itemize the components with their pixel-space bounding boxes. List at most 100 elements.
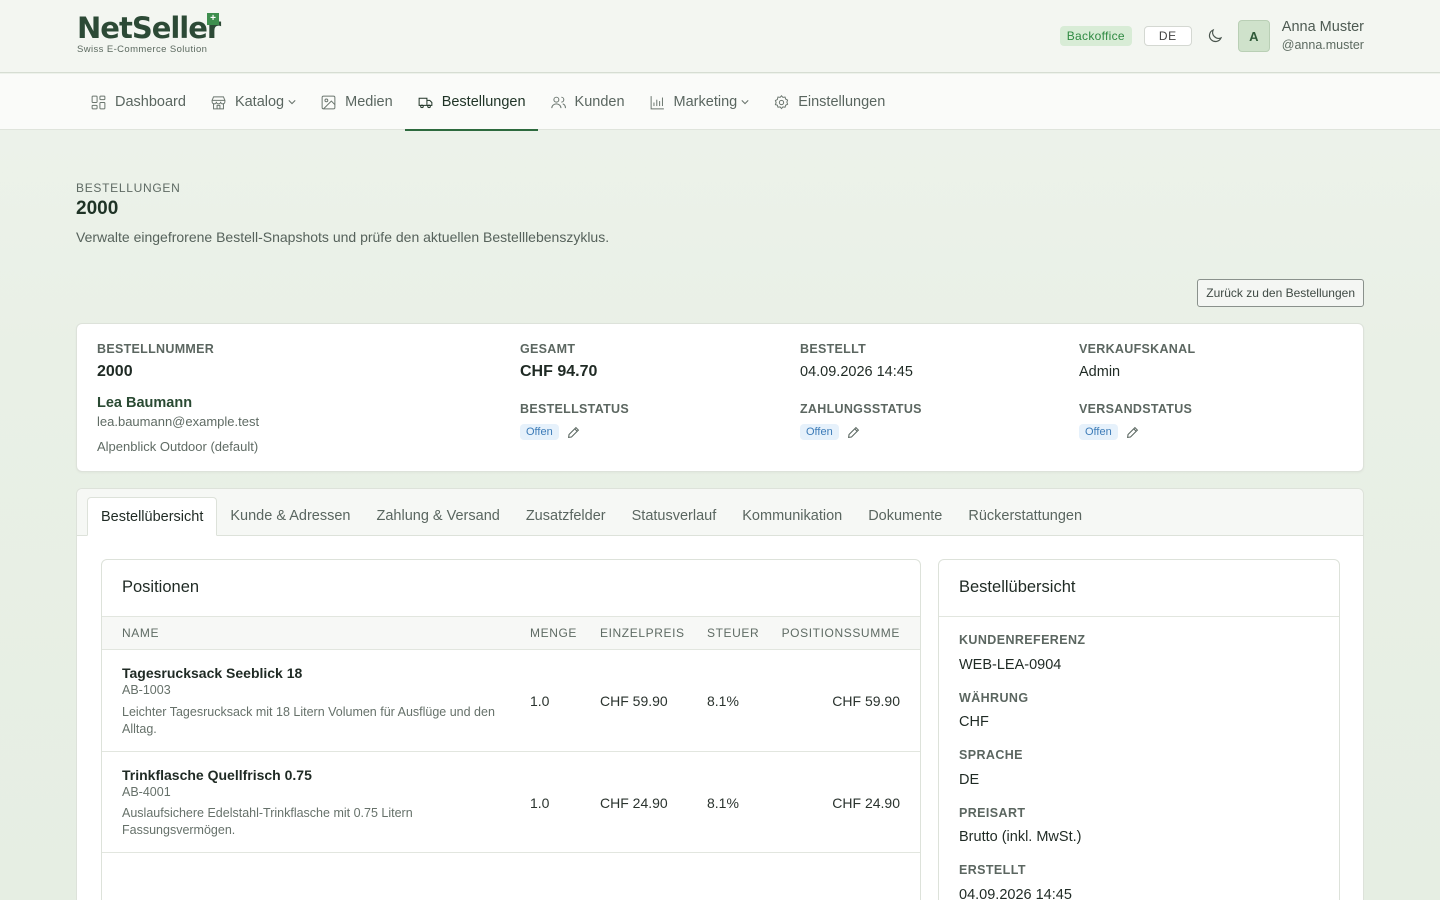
nav-medien[interactable]: Medien	[308, 74, 405, 130]
avatar[interactable]: A	[1237, 20, 1270, 52]
row-tax: 8.1%	[707, 693, 739, 709]
netseller-logo[interactable]: NetSeller + Swiss E-Commerce Solution	[77, 13, 227, 59]
nav-marketing[interactable]: Marketing	[637, 74, 762, 130]
edit-pencil-icon[interactable]	[847, 426, 860, 439]
tab-dokumente[interactable]: Dokumente	[855, 497, 955, 536]
chevron-down-icon	[741, 100, 749, 105]
logo-text-net: Net	[77, 11, 133, 45]
nav-dashboard[interactable]: Dashboard	[78, 74, 198, 130]
column-header-unit-price: EINZELPREIS	[600, 626, 685, 640]
payment-status-row: Offen	[800, 424, 860, 440]
customer-email: lea.baumann@example.test	[97, 414, 260, 429]
customer-reference-value: WEB-LEA-0904	[959, 657, 1062, 673]
nav-katalog-label: Katalog	[234, 94, 285, 110]
dashboard-icon	[91, 95, 106, 109]
language-value: DE	[959, 772, 980, 788]
breadcrumb: BESTELLUNGEN	[76, 181, 181, 195]
column-header-line-total: POSITIONSSUMME	[781, 626, 900, 640]
logo-tagline: Swiss E-Commerce Solution	[77, 44, 208, 55]
back-to-orders-button[interactable]: Zurück zu den Bestellungen	[1197, 279, 1364, 307]
customer-name-link[interactable]: Lea Baumann	[97, 395, 192, 411]
sales-channel: Admin	[1079, 364, 1121, 380]
chart-icon	[650, 95, 664, 109]
nav-marketing-label: Marketing	[673, 94, 738, 110]
environment-badge: Backoffice	[1059, 26, 1132, 46]
order-number-label: BESTELLNUMMER	[97, 342, 215, 356]
order-status-badge: Offen	[520, 424, 559, 440]
shipping-status-row: Offen	[1079, 424, 1139, 440]
store-icon	[211, 95, 226, 109]
product-sku: AB-4001	[122, 785, 171, 799]
order-total: CHF 94.70	[520, 363, 598, 380]
user-name: Anna Muster	[1281, 18, 1364, 35]
shipping-status-badge: Offen	[1079, 424, 1118, 440]
nav-kunden[interactable]: Kunden	[538, 74, 637, 130]
truck-icon	[418, 97, 433, 108]
column-header-name: NAME	[122, 626, 160, 640]
order-number: 2000	[97, 363, 133, 380]
tab-zusatzfelder[interactable]: Zusatzfelder	[513, 497, 619, 536]
edit-pencil-icon[interactable]	[567, 426, 580, 439]
row-unit-price: CHF 24.90	[600, 795, 668, 811]
tab-kommunikation[interactable]: Kommunikation	[729, 497, 855, 536]
product-sku: AB-1003	[122, 683, 171, 697]
price-type-value: Brutto (inkl. MwSt.)	[959, 829, 1082, 845]
user-handle: @anna.muster	[1281, 38, 1364, 53]
main-nav: Dashboard Katalog Medien Bestellungen Ku…	[0, 74, 1440, 131]
product-description: Leichter Tagesrucksack mit 18 Litern Vol…	[122, 705, 495, 736]
edit-pencil-icon[interactable]	[1126, 426, 1139, 439]
table-row[interactable]: Trinkflasche Quellfrisch 0.75 AB-4001 Au…	[102, 752, 920, 853]
tab-kunde-adressen[interactable]: Kunde & Adressen	[217, 497, 363, 536]
nav-bestellungen-label: Bestellungen	[441, 94, 526, 110]
sales-channel-label: VERKAUFSKANAL	[1079, 342, 1196, 356]
order-overview-panel: Bestellübersicht KUNDENREFERENZ WEB-LEA-…	[938, 559, 1340, 900]
nav-medien-label: Medien	[345, 94, 393, 110]
created-label: ERSTELLT	[959, 863, 1026, 877]
logo-badge: +	[207, 13, 219, 25]
gear-icon	[774, 94, 789, 109]
language-label: SPRACHE	[959, 748, 1023, 762]
table-row[interactable]: Tagesrucksack Seeblick 18 AB-1003 Leicht…	[102, 650, 920, 752]
order-summary-card: BESTELLNUMMER 2000 Lea Baumann lea.bauma…	[76, 323, 1364, 472]
column-header-tax: STEUER	[707, 626, 760, 640]
overview-title: Bestellübersicht	[959, 578, 1076, 596]
positions-table-header: NAME MENGE EINZELPREIS STEUER POSITIONSS…	[102, 617, 920, 650]
payment-status-label: ZAHLUNGSSTATUS	[800, 402, 922, 416]
nav-einstellungen[interactable]: Einstellungen	[761, 74, 897, 130]
tab-zahlung-versand[interactable]: Zahlung & Versand	[363, 497, 512, 536]
nav-dashboard-label: Dashboard	[115, 94, 186, 110]
positions-panel: Positionen NAME MENGE EINZELPREIS STEUER…	[101, 559, 921, 900]
image-icon	[321, 95, 336, 109]
currency-value: CHF	[959, 714, 989, 730]
row-unit-price: CHF 59.90	[600, 693, 668, 709]
currency-label: WÄHRUNG	[959, 691, 1029, 705]
nav-bestellungen[interactable]: Bestellungen	[404, 74, 538, 131]
order-status-label: BESTELLSTATUS	[520, 402, 629, 416]
user-menu[interactable]: Anna Muster @anna.muster	[1282, 18, 1364, 54]
positions-title: Positionen	[122, 578, 200, 596]
tab-rueckerstattungen[interactable]: Rückerstattungen	[955, 497, 1095, 536]
language-switcher[interactable]: DE	[1143, 26, 1192, 46]
ordered-label: BESTELLT	[800, 342, 867, 356]
row-tax: 8.1%	[707, 795, 739, 811]
nav-einstellungen-label: Einstellungen	[798, 94, 886, 110]
row-line-total: CHF 59.90	[832, 693, 900, 709]
product-description: Auslaufsichere Edelstahl-Trinkflasche mi…	[122, 806, 413, 837]
row-quantity: 1.0	[530, 795, 550, 811]
page-title: 2000	[76, 198, 119, 219]
nav-katalog[interactable]: Katalog	[198, 74, 308, 130]
payment-status-badge: Offen	[800, 424, 839, 440]
row-line-total: CHF 24.90	[832, 795, 900, 811]
row-quantity: 1.0	[530, 693, 550, 709]
created-value: 04.09.2026 14:45	[959, 887, 1072, 900]
order-status-row: Offen	[520, 424, 580, 440]
price-type-label: PREISART	[959, 806, 1026, 820]
column-header-quantity: MENGE	[530, 626, 578, 640]
tab-statusverlauf[interactable]: Statusverlauf	[619, 497, 730, 536]
top-header: NetSeller + Swiss E-Commerce Solution Ba…	[0, 0, 1440, 73]
moon-icon[interactable]	[1204, 25, 1226, 47]
product-name: Trinkflasche Quellfrisch 0.75	[122, 767, 312, 783]
chevron-down-icon	[288, 100, 296, 105]
tab-bestelluebersicht[interactable]: Bestellübersicht	[87, 497, 218, 536]
shop-name: Alpenblick Outdoor (default)	[97, 439, 259, 454]
